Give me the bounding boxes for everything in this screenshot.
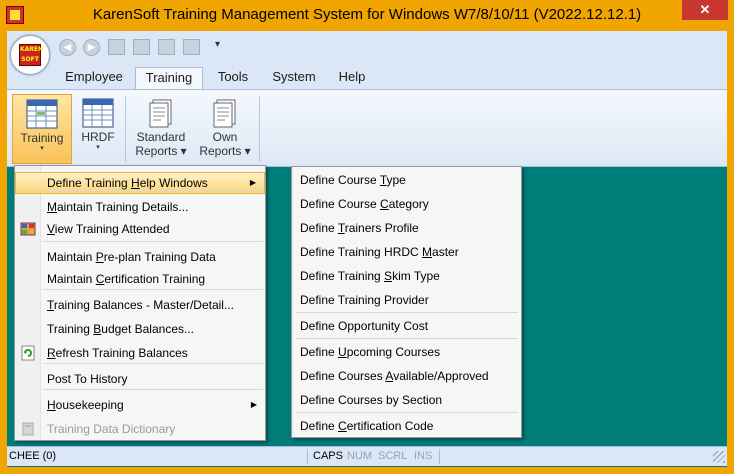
tab-system[interactable]: System (265, 67, 323, 89)
tile-horizontal-icon[interactable] (158, 39, 175, 55)
ribbon-group-separator (259, 96, 260, 162)
tab-training[interactable]: Training (135, 67, 203, 89)
status-user: CHEE (0) (9, 450, 57, 462)
submenu-separator (296, 312, 518, 313)
menu-item-label: Refresh Training Balances (47, 346, 188, 360)
tab-tools[interactable]: Tools (209, 67, 257, 89)
arrange-icon[interactable] (183, 39, 200, 55)
hrdf-sheet-icon (82, 98, 114, 128)
status-caps: CAPS (313, 450, 343, 462)
tab-help[interactable]: Help (331, 67, 373, 89)
menu-separator (43, 289, 263, 290)
tab-employee[interactable]: Employee (59, 67, 129, 89)
grid-icon (20, 221, 36, 237)
menu-item-label: Post To History (47, 372, 128, 386)
training-ribbon-button[interactable]: Training ▾ (12, 94, 72, 164)
menu-item-label: Training Budget Balances... (47, 322, 194, 336)
quick-access-toolbar: ◀ ▶ ▾ (7, 31, 727, 62)
karensoft-logo-icon: KAREN SOFT (19, 44, 44, 66)
ribbon-panel: Training ▾ HRDF ▾ Standard Reports ▾ Own… (7, 89, 727, 167)
menu-separator (43, 363, 263, 364)
training-dropdown-menu: Define Training Help Windows ▶ Maintain Tr… (14, 165, 266, 441)
submenu-separator (296, 338, 518, 339)
own-reports-label: Own (212, 130, 238, 144)
logo-text-1: KAREN (20, 46, 44, 53)
close-button[interactable]: ✕ (682, 0, 728, 20)
menu-item-label: Define Training Help Windows (47, 176, 208, 190)
application-menu-button[interactable]: KAREN SOFT (10, 35, 50, 75)
status-separator (307, 449, 308, 464)
forward-icon[interactable]: ▶ (83, 39, 100, 56)
status-bar: CHEE (0) CAPS NUM SCRL INS (7, 446, 727, 466)
submenu-item-define-upcoming-courses[interactable]: Define Upcoming Courses (292, 341, 521, 363)
standard-reports-button[interactable]: Standard Reports ▾ (131, 94, 191, 164)
menu-item-label: Housekeeping (47, 398, 124, 412)
chevron-down-icon: ▾ (40, 145, 44, 152)
submenu-arrow-icon: ▶ (249, 178, 256, 187)
menu-item-housekeeping[interactable]: Housekeeping ▶ (15, 394, 265, 416)
submenu-item-define-courses-available-approved[interactable]: Define Courses Available/Approved (292, 365, 521, 387)
menu-separator (43, 191, 263, 192)
menu-item-label: View Training Attended (47, 222, 170, 236)
standard-reports-label: Standard (136, 130, 186, 144)
status-separator (439, 449, 440, 464)
submenu-item-define-certification-code[interactable]: Define Certification Code (292, 415, 521, 437)
menu-item-maintain-preplan-training-data[interactable]: Maintain Pre-plan Training Data (15, 246, 265, 268)
own-reports-button[interactable]: Own Reports ▾ (195, 94, 255, 164)
menu-item-training-data-dictionary: Training Data Dictionary (15, 418, 265, 440)
submenu-item-define-opportunity-cost[interactable]: Define Opportunity Cost (292, 315, 521, 337)
training-sheet-icon (26, 99, 58, 129)
status-scrl: SCRL (378, 450, 408, 462)
qat-customize-dropdown[interactable]: ▾ (215, 39, 220, 50)
menu-item-post-to-history[interactable]: Post To History (15, 368, 265, 390)
report-document-icon (149, 99, 172, 128)
resize-grip-icon[interactable] (713, 451, 725, 463)
cascade-windows-icon[interactable] (108, 39, 125, 55)
define-help-windows-submenu: Define Course Type Define Course Category… (291, 166, 522, 438)
hrdf-ribbon-label: HRDF (81, 130, 115, 144)
menu-separator (43, 389, 263, 390)
logo-text-2: SOFT (21, 56, 39, 63)
submenu-item-define-training-hrdc-master[interactable]: Define Training HRDC Master (292, 241, 521, 263)
menu-item-label: Maintain Certification Training (47, 272, 206, 286)
ribbon-group-separator (125, 96, 126, 162)
submenu-item-define-courses-by-section[interactable]: Define Courses by Section (292, 389, 521, 411)
menu-item-label: Training Data Dictionary (47, 422, 176, 436)
submenu-item-define-trainers-profile[interactable]: Define Trainers Profile (292, 217, 521, 239)
window-title: KarenSoft Training Management System for… (92, 6, 642, 23)
submenu-arrow-icon: ▶ (250, 400, 257, 409)
submenu-item-define-course-category[interactable]: Define Course Category (292, 193, 521, 215)
menu-item-maintain-certification-training[interactable]: Maintain Certification Training (15, 268, 265, 290)
tile-vertical-icon[interactable] (133, 39, 150, 55)
submenu-item-define-training-provider[interactable]: Define Training Provider (292, 289, 521, 311)
report-document-icon (213, 99, 236, 128)
menu-item-label: Training Balances - Master/Detail... (47, 298, 234, 312)
submenu-item-define-course-type[interactable]: Define Course Type (292, 169, 521, 191)
chevron-down-icon: ▾ (96, 144, 100, 151)
hrdf-ribbon-button[interactable]: HRDF ▾ (75, 94, 121, 164)
menu-item-training-balances-master-detail[interactable]: Training Balances - Master/Detail... (15, 294, 265, 316)
menu-item-maintain-training-details[interactable]: Maintain Training Details... (15, 196, 265, 218)
title-bar[interactable]: KarenSoft Training Management System for… (0, 0, 734, 31)
submenu-separator (296, 412, 518, 413)
menu-item-view-training-attended[interactable]: View Training Attended (15, 218, 265, 240)
menu-item-training-budget-balances[interactable]: Training Budget Balances... (15, 318, 265, 340)
standard-reports-label-2: Reports ▾ (135, 144, 187, 158)
menu-item-refresh-training-balances[interactable]: Refresh Training Balances (15, 342, 265, 364)
book-icon (20, 421, 36, 437)
back-icon[interactable]: ◀ (59, 39, 76, 56)
status-num: NUM (347, 450, 373, 462)
menu-item-label: Maintain Training Details... (47, 200, 189, 214)
own-reports-label-2: Reports ▾ (199, 144, 251, 158)
menu-separator (43, 241, 263, 242)
status-ins: INS (414, 450, 433, 462)
training-ribbon-label: Training (20, 131, 64, 145)
submenu-item-define-training-skim-type[interactable]: Define Training Skim Type (292, 265, 521, 287)
menu-item-label: Maintain Pre-plan Training Data (47, 250, 216, 264)
ribbon-tabs: Employee Training Tools System Help (7, 62, 727, 89)
refresh-icon (20, 345, 36, 361)
